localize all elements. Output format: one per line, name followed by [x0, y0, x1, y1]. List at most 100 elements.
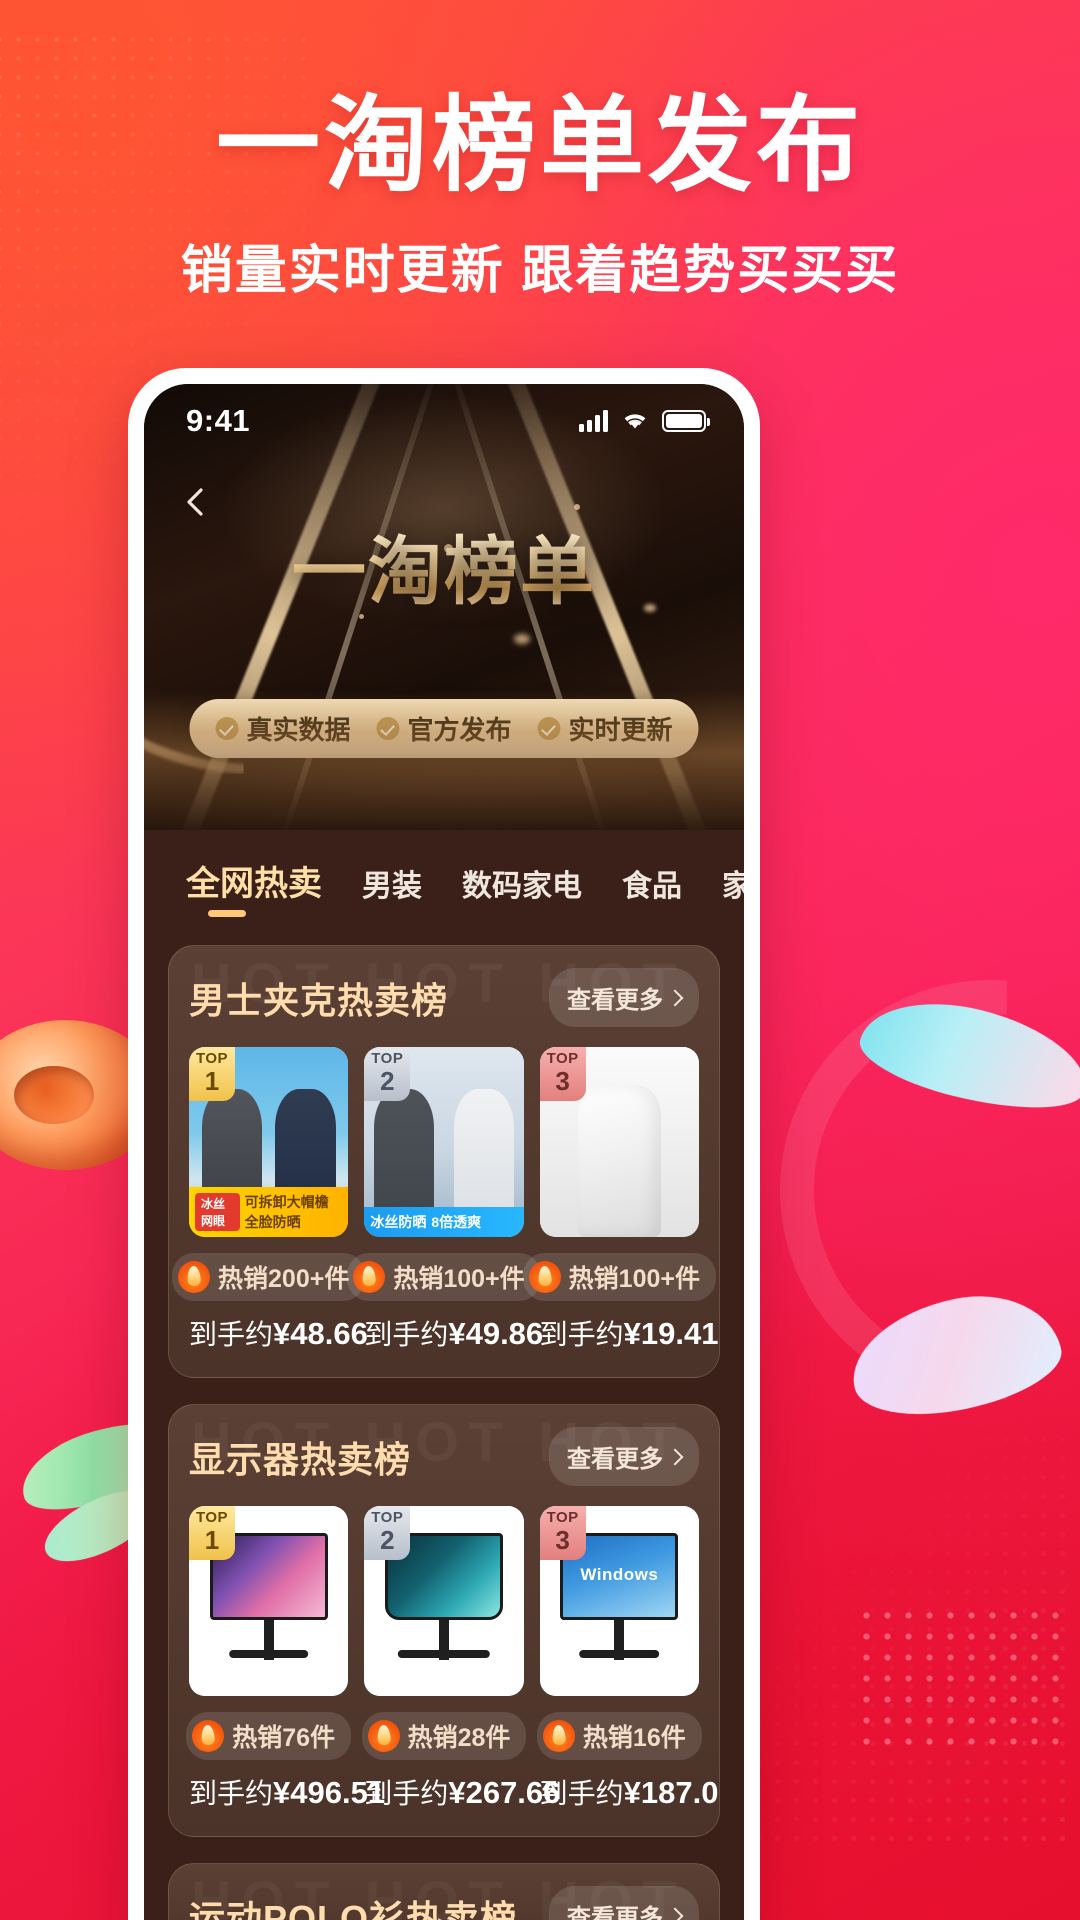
flame-icon: [192, 1720, 225, 1752]
tab-all-hot[interactable]: 全网热卖: [178, 856, 342, 921]
hero-floor-gradient: [144, 690, 744, 830]
product-overlay-right: 可拆卸大帽檐 全脸防晒: [244, 1194, 329, 1230]
tab-menswear[interactable]: 男装: [342, 861, 442, 921]
rank-card-jackets: HOT HOT HOT 男士夹克热卖榜 查看更多: [168, 945, 720, 1378]
flame-icon: [542, 1720, 575, 1752]
hot-sales-pill: 热销28件: [361, 1712, 527, 1760]
product-price: 到手约¥267.66: [364, 1772, 560, 1812]
view-more-label: 查看更多: [567, 987, 663, 1014]
product-item[interactable]: TOP 2 热销28件 到手约¥267.66: [361, 1506, 560, 1812]
hot-sales-row: 热销16件: [536, 1712, 702, 1760]
rank-badge: TOP 1: [189, 1506, 235, 1560]
product-item[interactable]: TOP 3 热销100+件 到手约¥19.41: [522, 1047, 719, 1353]
product-row: TOP 1 热销76件 到手约¥496.51 TOP 2 热销28件 到手约¥2…: [186, 1506, 719, 1812]
rank-badge-label: TOP: [371, 1050, 404, 1067]
product-overlay-banner: 冰丝网眼 可拆卸大帽檐 全脸防晒: [189, 1187, 349, 1237]
flame-icon: [353, 1261, 386, 1293]
back-button[interactable]: [174, 480, 218, 524]
rank-badge: TOP 3: [539, 1047, 586, 1101]
rank-badge-label: TOP: [195, 1509, 229, 1526]
price-prefix: 到手约: [364, 1778, 449, 1809]
price-amount: ¥19.41: [623, 1316, 719, 1351]
phone-screen: 9:41 一淘榜单 全网热卖 男装 数码家电 食品 家 男士夹克热卖榜 查看更多…: [144, 384, 744, 1920]
signal-bars-icon: [579, 410, 608, 432]
product-thumbnail[interactable]: TOP 3: [539, 1047, 699, 1237]
hero-spark: [574, 504, 580, 510]
product-overlay-left: 冰丝网眼: [195, 1193, 240, 1231]
price-prefix: 到手约: [364, 1319, 449, 1350]
hot-sales-label: 热销100+件: [568, 1265, 700, 1293]
product-row: TOP 1 冰丝网眼 可拆卸大帽檐 全脸防晒 热销200+件 到手约¥48.66…: [172, 1047, 719, 1353]
hot-sales-label: 热销16件: [582, 1724, 686, 1752]
phone-mockup: 9:41 一淘榜单 全网热卖 男装 数码家电 食品 家 男士夹克热卖榜 查看更多…: [128, 368, 760, 1920]
price-amount: ¥49.86: [448, 1316, 544, 1351]
card-title: 显示器热卖榜: [189, 1438, 412, 1480]
rank-badge-number: 3: [555, 1066, 570, 1096]
hot-sales-pill: 热销100+件: [347, 1253, 541, 1301]
card-header: 显示器热卖榜 查看更多: [189, 1427, 699, 1486]
hot-sales-pill: 热销16件: [536, 1712, 702, 1760]
hero-logo-title: 一淘榜单: [144, 512, 744, 619]
chevron-right-icon: [666, 1907, 684, 1920]
category-tab-bar: 全网热卖 男装 数码家电 食品 家居家装: [144, 830, 744, 939]
poster-background: 一淘榜单发布 销量实时更新 跟着趋势买买买 9:41 一淘榜单 全网热卖 男装 …: [0, 0, 1080, 1920]
product-price: 到手约¥19.41: [539, 1313, 719, 1353]
poster-subheadline: 销量实时更新 跟着趋势买买买: [180, 242, 900, 300]
hot-sales-row: 热销200+件: [172, 1253, 366, 1301]
rank-badge: TOP 1: [189, 1047, 235, 1101]
view-more-button[interactable]: 查看更多: [549, 1886, 699, 1920]
product-thumbnail[interactable]: TOP 2: [364, 1506, 524, 1696]
hot-sales-pill: 热销200+件: [172, 1253, 366, 1301]
flame-icon: [178, 1261, 211, 1293]
product-item[interactable]: TOP 1 冰丝网眼 可拆卸大帽檐 全脸防晒 热销200+件 到手约¥48.66: [172, 1047, 368, 1353]
hot-sales-pill: 热销100+件: [522, 1253, 716, 1301]
product-thumbnail[interactable]: TOP 2 冰丝防晒 8倍透爽: [364, 1047, 524, 1237]
product-overlay-banner: 冰丝防晒 8倍透爽: [364, 1207, 524, 1237]
product-thumbnail[interactable]: TOP 1 冰丝网眼 可拆卸大帽檐 全脸防晒: [189, 1047, 349, 1237]
view-more-button[interactable]: 查看更多: [549, 1427, 699, 1486]
rank-card-monitors: HOT HOT HOT 显示器热卖榜 查看更多: [168, 1404, 720, 1837]
view-more-label: 查看更多: [567, 1905, 663, 1920]
product-price: 到手约¥187.06: [540, 1772, 719, 1812]
poster-headline: 一淘榜单发布: [215, 88, 864, 204]
rank-card-polo: HOT HOT HOT 运动POLO衫热卖榜 查看更多: [168, 1863, 720, 1920]
hot-sales-row: 热销100+件: [522, 1253, 716, 1301]
rank-badge: TOP 2: [364, 1506, 411, 1560]
price-amount: ¥48.66: [273, 1316, 368, 1351]
tab-food[interactable]: 食品: [602, 861, 702, 921]
hot-sales-row: 热销100+件: [347, 1253, 541, 1301]
rank-badge-label: TOP: [546, 1509, 579, 1526]
product-item[interactable]: TOP 2 冰丝防晒 8倍透爽 热销100+件 到手约¥49.86: [347, 1047, 543, 1353]
product-price: 到手约¥48.66: [189, 1313, 368, 1353]
hot-sales-pill: 热销76件: [186, 1712, 352, 1760]
product-item[interactable]: TOP 1 热销76件 到手约¥496.51: [186, 1506, 385, 1812]
wifi-icon: [624, 414, 646, 429]
hero-spark: [514, 634, 530, 644]
product-price: 到手约¥49.86: [364, 1313, 543, 1353]
ranking-list: HOT HOT HOT 男士夹克热卖榜 查看更多: [144, 939, 744, 1920]
tab-home-decor[interactable]: 家居家装: [702, 861, 744, 921]
tab-digital-appliances[interactable]: 数码家电: [442, 861, 602, 921]
status-time: 9:41: [186, 403, 251, 438]
price-prefix: 到手约: [539, 1319, 624, 1350]
hot-sales-label: 热销76件: [232, 1724, 336, 1752]
rank-badge-number: 1: [204, 1525, 220, 1555]
decor-dot-grid: [856, 1605, 1066, 1755]
product-overlay-right: 8倍透爽: [431, 1214, 482, 1230]
hot-sales-label: 热销200+件: [218, 1265, 350, 1293]
product-thumbnail[interactable]: TOP 1: [189, 1506, 349, 1696]
rank-badge-label: TOP: [371, 1509, 404, 1526]
product-thumbnail[interactable]: Windows TOP 3: [539, 1506, 699, 1696]
rank-badge-label: TOP: [195, 1050, 229, 1067]
card-title: 男士夹克热卖榜: [189, 979, 449, 1021]
flame-icon: [367, 1720, 400, 1752]
card-title: 运动POLO衫热卖榜: [189, 1897, 518, 1920]
windows-wallpaper-label: Windows: [580, 1564, 659, 1584]
status-bar: 9:41: [144, 384, 744, 458]
card-header: 男士夹克热卖榜 查看更多: [189, 968, 699, 1027]
view-more-button[interactable]: 查看更多: [549, 968, 699, 1027]
rank-badge-number: 2: [380, 1525, 395, 1555]
battery-icon: [662, 410, 710, 432]
product-item[interactable]: Windows TOP 3 热销16件 到手约¥187.0: [536, 1506, 719, 1812]
rank-badge-number: 3: [555, 1525, 570, 1555]
